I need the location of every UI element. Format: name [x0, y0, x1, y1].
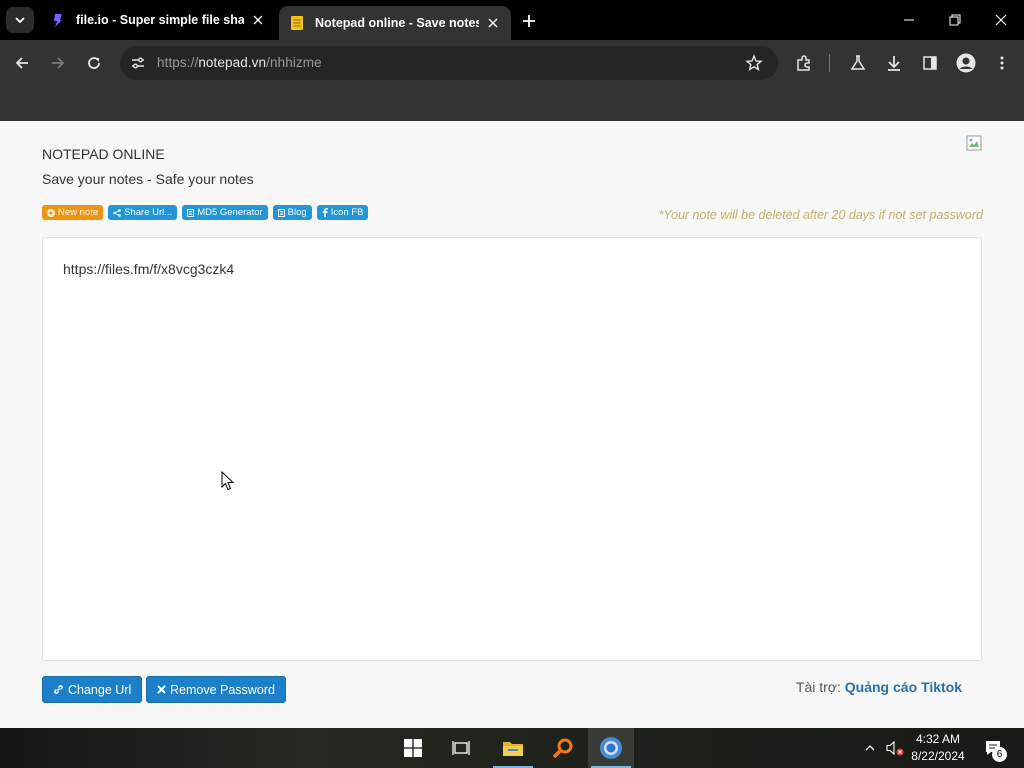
share-url-chip[interactable]: Share Url...	[108, 205, 178, 220]
chip-label: New note	[58, 207, 99, 218]
minimize-icon	[904, 19, 914, 21]
chevron-down-icon	[15, 17, 25, 24]
reload-icon	[88, 57, 100, 69]
plus-icon	[523, 15, 535, 27]
restore-button[interactable]	[942, 8, 968, 32]
md5-generator-chip[interactable]: MD5 Generator	[182, 205, 268, 220]
blog-chip[interactable]: Blog	[272, 205, 312, 220]
url-text[interactable]: https://notepad.vn/nhhizme	[157, 55, 322, 70]
close-icon	[995, 14, 1007, 26]
volume-button[interactable]	[884, 728, 906, 768]
facebook-icon	[322, 208, 328, 217]
minimize-button[interactable]	[896, 8, 922, 32]
reload-button[interactable]	[81, 50, 107, 76]
page-content: NOTEPAD ONLINE Save your notes - Safe yo…	[0, 121, 1024, 728]
flask-icon	[850, 55, 866, 70]
task-view-button[interactable]	[438, 728, 484, 768]
x-mark-icon	[157, 685, 166, 694]
search-app-button[interactable]	[540, 728, 586, 768]
chevron-up-icon	[865, 745, 875, 751]
browser-toolbar: https://notepad.vn/nhhizme	[0, 40, 1024, 86]
broken-image-icon	[966, 135, 982, 151]
windows-logo-icon	[404, 739, 422, 757]
button-label: Remove Password	[170, 682, 275, 697]
url-host: notepad.vn	[198, 55, 267, 70]
button-label: Change Url	[68, 682, 132, 697]
chip-label: MD5 Generator	[197, 207, 263, 218]
menu-button[interactable]	[989, 50, 1015, 76]
labs-button[interactable]	[845, 50, 871, 76]
chip-label: Icon FB	[330, 207, 364, 218]
site-brand[interactable]: NOTEPAD ONLINE	[42, 146, 165, 162]
document-icon	[187, 208, 195, 217]
deletion-notice: *Your note will be deleted after 20 days…	[658, 208, 984, 222]
action-chips: New note Share Url... MD5 Generator Blog…	[42, 205, 369, 220]
remove-password-button[interactable]: Remove Password	[146, 676, 286, 703]
site-tagline: Save your notes - Safe your notes	[42, 171, 254, 187]
bookmark-bar	[0, 86, 1024, 121]
icon-fb-chip[interactable]: Icon FB	[316, 205, 369, 220]
puzzle-icon	[797, 55, 810, 71]
notification-count-badge: 6	[992, 747, 1007, 762]
chip-label: Blog	[287, 207, 307, 218]
windows-taskbar: 4:32 AM 8/22/2024 6	[0, 728, 1024, 768]
clock-date: 8/22/2024	[911, 749, 965, 763]
arrow-left-icon	[15, 57, 28, 69]
chrome-icon	[600, 737, 622, 759]
bookmark-star-icon[interactable]	[745, 54, 763, 72]
sponsor-label: Tài trợ:	[795, 679, 841, 695]
browser-titlebar: file.io - Super simple file sharing Note…	[0, 0, 1024, 40]
task-view-icon	[452, 741, 470, 755]
tab-title: Notepad online - Save notes online	[315, 16, 479, 30]
folder-icon	[503, 742, 523, 756]
clock-time: 4:32 AM	[915, 732, 961, 746]
plus-circle-icon	[47, 208, 55, 217]
download-icon	[888, 56, 900, 71]
tab-fileio[interactable]: file.io - Super simple file sharing	[40, 0, 276, 40]
tab-title: file.io - Super simple file sharing	[76, 13, 244, 27]
site-settings-icon[interactable]	[130, 55, 146, 71]
more-vertical-icon	[1000, 56, 1004, 70]
start-button[interactable]	[390, 728, 436, 768]
restore-icon	[949, 14, 961, 26]
sponsor-line: Tài trợ: Quảng cáo Tiktok	[796, 679, 962, 695]
side-panel-icon	[923, 56, 937, 70]
note-editor[interactable]: https://files.fm/f/x8vcg3czk4	[42, 237, 982, 661]
link-icon	[54, 685, 63, 694]
tab-search-button[interactable]	[6, 7, 34, 33]
address-bar[interactable]: https://notepad.vn/nhhizme	[120, 46, 778, 80]
toolbar-divider	[829, 54, 830, 72]
speaker-muted-icon	[886, 740, 904, 756]
chip-label: Share Url...	[124, 207, 173, 218]
forward-button[interactable]	[45, 50, 71, 76]
downloads-button[interactable]	[881, 50, 907, 76]
system-clock[interactable]: 4:32 AM 8/22/2024	[905, 731, 971, 765]
change-url-button[interactable]: Change Url	[42, 676, 143, 703]
mouse-cursor-icon	[221, 471, 235, 491]
profile-avatar-icon	[956, 53, 976, 73]
url-path: /nhhizme	[266, 55, 322, 70]
note-content[interactable]: https://files.fm/f/x8vcg3czk4	[63, 261, 234, 277]
sponsor-link[interactable]: Quảng cáo Tiktok	[845, 679, 962, 695]
file-explorer-button[interactable]	[490, 728, 536, 768]
url-scheme: https://	[157, 55, 199, 70]
new-note-chip[interactable]: New note	[42, 205, 104, 220]
tab-notepad[interactable]: Notepad online - Save notes online	[279, 6, 511, 40]
notepad-favicon-icon	[291, 16, 303, 30]
show-hidden-icons-button[interactable]	[860, 728, 880, 768]
extensions-button[interactable]	[791, 50, 817, 76]
close-tab-icon[interactable]	[250, 12, 266, 28]
share-icon	[113, 208, 121, 217]
magnifier-icon	[552, 738, 573, 759]
back-button[interactable]	[9, 50, 35, 76]
arrow-right-icon	[52, 57, 65, 69]
close-window-button[interactable]	[988, 8, 1014, 32]
document-icon	[277, 208, 285, 217]
side-panel-button[interactable]	[917, 50, 943, 76]
fileio-favicon-icon	[54, 14, 62, 27]
chrome-taskbar-button[interactable]	[588, 728, 634, 768]
profile-button[interactable]	[953, 50, 979, 76]
new-tab-button[interactable]	[518, 10, 540, 32]
close-tab-icon[interactable]	[485, 15, 501, 31]
